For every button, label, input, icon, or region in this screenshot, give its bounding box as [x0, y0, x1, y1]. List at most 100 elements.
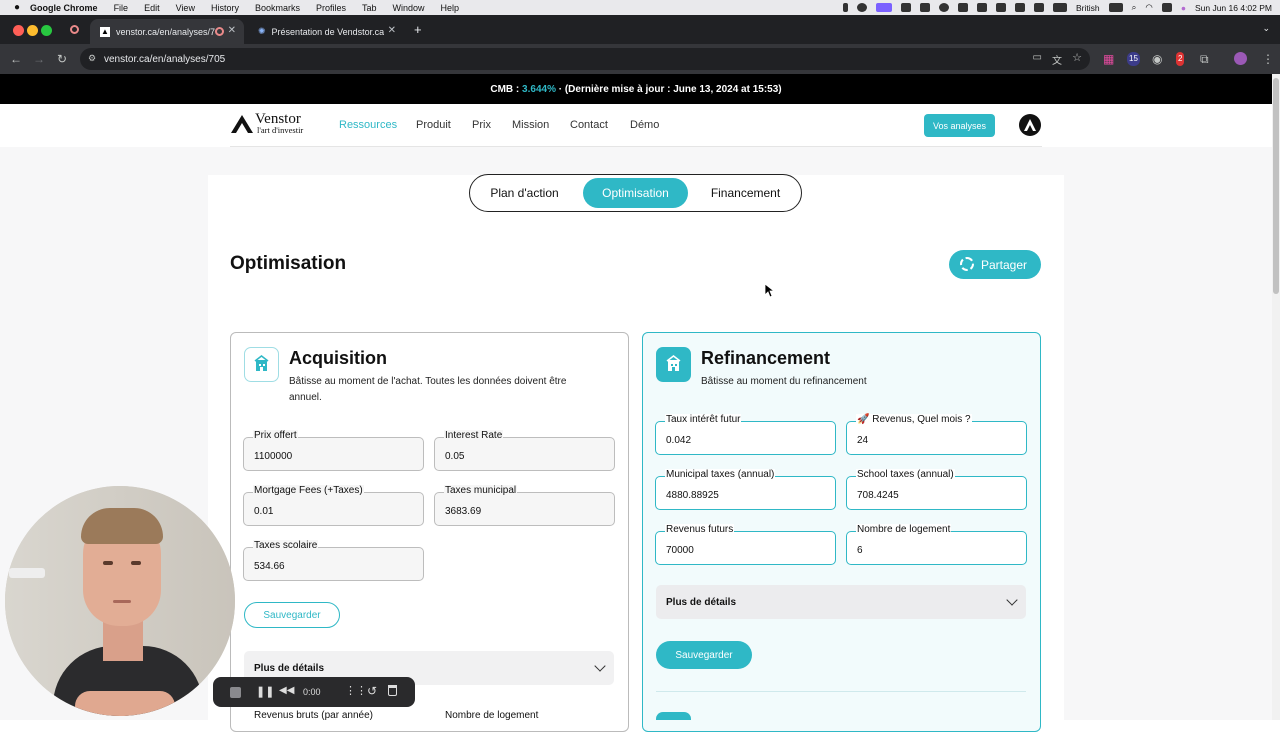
- restart-icon[interactable]: ↺: [367, 684, 377, 698]
- tab-venstor-analyses[interactable]: ▲ venstor.ca/en/analyses/70 ✕: [90, 19, 244, 44]
- minimize-window-button[interactable]: [27, 25, 38, 36]
- revenus-futurs-field[interactable]: 70000: [655, 531, 836, 565]
- extensions-puzzle-icon[interactable]: ⧉: [1200, 52, 1209, 66]
- extension-badge-icon[interactable]: 15: [1127, 52, 1140, 66]
- webcam-person-eye-left: [103, 561, 113, 565]
- reload-icon[interactable]: ↻: [57, 52, 67, 66]
- trash-icon[interactable]: [388, 685, 397, 696]
- clipboard-icon[interactable]: [977, 3, 988, 12]
- screen-recorder-bar: ❚❚ ◀◀ 0:00 ⋮⋮ ↺: [213, 677, 415, 707]
- interest-rate-field[interactable]: 0.05: [434, 437, 615, 471]
- tab-search-icon[interactable]: ⌄: [1262, 23, 1270, 34]
- mortgage-fees-field[interactable]: 0.01: [243, 492, 424, 526]
- share-button[interactable]: Partager: [949, 250, 1041, 279]
- close-window-button[interactable]: [13, 25, 24, 36]
- bird-icon[interactable]: [996, 3, 1007, 12]
- url-text[interactable]: venstor.ca/en/analyses/705: [104, 54, 225, 65]
- volume-icon[interactable]: [1015, 3, 1026, 12]
- nav-link-contact[interactable]: Contact: [570, 119, 608, 131]
- menu-profiles[interactable]: Profiles: [316, 3, 346, 13]
- menu-history[interactable]: History: [211, 3, 239, 13]
- site-info-icon[interactable]: ⚙: [88, 53, 96, 64]
- screen-record-icon[interactable]: [876, 3, 893, 12]
- password-icon[interactable]: ◉: [1152, 52, 1162, 66]
- app-status-icon[interactable]: [901, 3, 912, 12]
- menu-tab[interactable]: Tab: [362, 3, 377, 13]
- forward-icon[interactable]: →: [33, 52, 45, 66]
- translate-icon[interactable]: 文: [1052, 52, 1062, 67]
- bookmark-star-icon[interactable]: ☆: [1072, 51, 1082, 64]
- tab-presentation[interactable]: ✺ Présentation de Vendstor.ca ✕: [248, 19, 404, 44]
- wifi-icon[interactable]: ◠: [1145, 2, 1152, 13]
- grid-drag-icon[interactable]: ⋮⋮: [345, 684, 367, 697]
- tab-optimisation[interactable]: Optimisation: [583, 178, 688, 208]
- cloud-icon[interactable]: [920, 3, 931, 12]
- tab-plan-action[interactable]: Plan d'action: [477, 178, 572, 208]
- shield-icon[interactable]: [958, 3, 969, 12]
- keyboard-flag-icon[interactable]: [1053, 3, 1068, 12]
- menu-edit[interactable]: Edit: [144, 3, 160, 13]
- play-icon[interactable]: [939, 3, 950, 12]
- prix-offert-field[interactable]: 1100000: [243, 437, 424, 471]
- extension-icon[interactable]: ▦: [1103, 52, 1114, 66]
- webcam-overlay[interactable]: [5, 486, 235, 716]
- nombre-logement-field[interactable]: 6: [846, 531, 1027, 565]
- taxes-scolaire-label: Taxes scolaire: [253, 540, 319, 551]
- school-taxes-field[interactable]: 708.4245: [846, 476, 1027, 510]
- status-icon[interactable]: [857, 3, 868, 12]
- refinancement-save-button[interactable]: Sauvegarder: [656, 641, 752, 669]
- siri-icon[interactable]: ●: [1181, 3, 1186, 13]
- control-center-icon[interactable]: [1161, 3, 1172, 12]
- taux-interet-futur-field[interactable]: 0.042: [655, 421, 836, 455]
- vos-analyses-button[interactable]: Vos analyses: [924, 114, 995, 137]
- menu-file[interactable]: File: [114, 3, 129, 13]
- menu-help[interactable]: Help: [441, 3, 460, 13]
- municipal-taxes-field[interactable]: 4880.88925: [655, 476, 836, 510]
- acquisition-save-button[interactable]: Sauvegarder: [244, 602, 340, 628]
- building-refinance-icon: [656, 347, 691, 382]
- chrome-menu-icon[interactable]: ⋮: [1262, 52, 1274, 66]
- back-icon[interactable]: ←: [10, 52, 22, 66]
- new-tab-button[interactable]: +: [414, 22, 422, 37]
- building-icon: [244, 347, 279, 382]
- profile-avatar[interactable]: [1234, 52, 1247, 65]
- close-tab-icon[interactable]: ✕: [228, 25, 236, 36]
- nav-link-ressources[interactable]: Ressources: [339, 119, 397, 131]
- taxes-municipal-field[interactable]: 3683.69: [434, 492, 615, 526]
- scrollbar-thumb[interactable]: [1273, 78, 1279, 294]
- close-tab-icon[interactable]: ✕: [388, 25, 396, 36]
- refinancement-details-accordion[interactable]: Plus de détails: [656, 585, 1026, 619]
- menu-app-name[interactable]: Google Chrome: [30, 3, 98, 13]
- keyboard-layout[interactable]: British: [1076, 3, 1100, 13]
- display-icon[interactable]: [1034, 3, 1045, 12]
- revenus-mois-field[interactable]: 24: [846, 421, 1027, 455]
- extension-red-icon[interactable]: 2: [1176, 52, 1185, 66]
- banner-update: · (Dernière mise à jour : June 13, 2024 …: [555, 83, 782, 95]
- apple-icon[interactable]: ●: [14, 2, 20, 13]
- cast-icon[interactable]: ▭: [1033, 52, 1042, 63]
- menu-view[interactable]: View: [176, 3, 195, 13]
- microphone-icon[interactable]: [843, 3, 849, 12]
- nav-link-produit[interactable]: Produit: [416, 119, 451, 131]
- menu-clock[interactable]: Sun Jun 16 4:02 PM: [1195, 3, 1272, 13]
- nav-link-demo[interactable]: Démo: [630, 119, 659, 131]
- webcam-person-eye-right: [131, 561, 141, 565]
- battery-icon[interactable]: [1108, 3, 1123, 12]
- acquisition-subtitle-line2: annuel.: [289, 392, 322, 403]
- tab-financement[interactable]: Financement: [698, 178, 793, 208]
- zoom-window-button[interactable]: [41, 25, 52, 36]
- taxes-scolaire-field[interactable]: 534.66: [243, 547, 424, 581]
- address-bar[interactable]: ⚙ venstor.ca/en/analyses/705 ▭ 文 ☆: [80, 48, 1090, 70]
- stop-recording-icon[interactable]: [230, 687, 241, 698]
- mouse-cursor-icon: [765, 284, 775, 298]
- menu-window[interactable]: Window: [393, 3, 425, 13]
- venstor-logo[interactable]: Venstor l'art d'investir: [230, 111, 312, 136]
- pause-icon[interactable]: ❚❚: [256, 685, 274, 698]
- menu-bookmarks[interactable]: Bookmarks: [255, 3, 300, 13]
- nav-link-prix[interactable]: Prix: [472, 119, 491, 131]
- nav-link-mission[interactable]: Mission: [512, 119, 549, 131]
- rewind-icon[interactable]: ◀◀: [279, 685, 294, 696]
- user-avatar[interactable]: [1019, 114, 1041, 136]
- refinancement-title: Refinancement: [701, 348, 831, 368]
- search-icon[interactable]: ⌕: [1132, 2, 1137, 13]
